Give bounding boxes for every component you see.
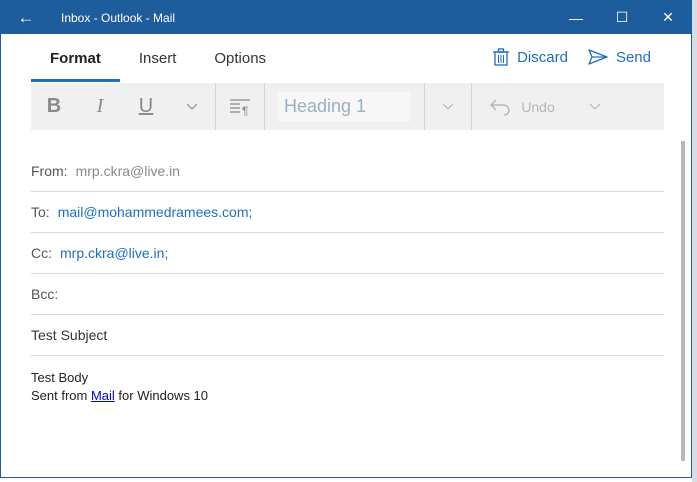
window-title: Inbox - Outlook - Mail: [61, 10, 176, 25]
style-dropdown-button[interactable]: [425, 83, 471, 130]
cc-row[interactable]: Cc: mrp.ckra@live.in;: [31, 233, 664, 274]
paragraph-icon: ¶: [230, 98, 250, 116]
cc-recipient[interactable]: mrp.ckra@live.in;: [60, 245, 168, 261]
signature-suffix: for Windows 10: [114, 388, 209, 403]
toolbar-divider: [264, 83, 265, 130]
bcc-label: Bcc:: [31, 286, 59, 302]
tab-insert[interactable]: Insert: [120, 34, 196, 82]
scrollbar[interactable]: [681, 141, 685, 461]
minimize-button[interactable]: —: [553, 1, 599, 34]
bcc-row[interactable]: Bcc:: [31, 274, 664, 315]
trash-icon: [493, 48, 510, 66]
discard-label: Discard: [517, 48, 568, 66]
undo-dropdown-button[interactable]: [572, 83, 618, 130]
ribbon-tabs: Format Insert Options Discard Send: [1, 34, 691, 82]
font-options-dropdown[interactable]: [169, 83, 215, 130]
bold-button[interactable]: B: [31, 83, 77, 130]
from-row[interactable]: From: mrp.ckra@live.in: [31, 151, 664, 192]
minimize-icon: —: [569, 9, 583, 26]
maximize-button[interactable]: ☐: [599, 1, 645, 34]
discard-button[interactable]: Discard: [493, 48, 568, 66]
from-value[interactable]: mrp.ckra@live.in: [76, 163, 180, 179]
underline-button[interactable]: U: [123, 83, 169, 130]
back-arrow-icon: ←: [17, 7, 35, 27]
send-icon: [588, 49, 608, 65]
italic-button[interactable]: I: [77, 83, 123, 130]
maximize-icon: ☐: [615, 9, 629, 25]
undo-button[interactable]: Undo: [472, 83, 572, 130]
chevron-down-icon: [186, 103, 198, 110]
mail-link[interactable]: Mail: [91, 388, 115, 403]
message-body[interactable]: Test Body Sent from Mail for Windows 10: [31, 369, 208, 405]
to-row[interactable]: To: mail@mohammedramees.com;: [31, 192, 664, 233]
tab-options[interactable]: Options: [195, 34, 285, 82]
subject-text[interactable]: Test Subject: [31, 327, 107, 343]
send-label: Send: [615, 48, 651, 66]
back-button[interactable]: ←: [1, 1, 51, 34]
svg-text:¶: ¶: [242, 104, 248, 116]
title-bar: ← Inbox - Outlook - Mail — ☐ ✕: [1, 1, 691, 34]
paragraph-button[interactable]: ¶: [216, 83, 264, 130]
undo-label: Undo: [521, 98, 555, 115]
from-label: From:: [31, 163, 68, 179]
to-label: To:: [31, 204, 50, 220]
signature-line: Sent from Mail for Windows 10: [31, 387, 208, 405]
body-line: Test Body: [31, 370, 89, 385]
signature-prefix: Sent from: [31, 388, 91, 403]
close-icon: ✕: [662, 9, 674, 25]
chevron-down-icon: [589, 103, 601, 110]
close-button[interactable]: ✕: [645, 1, 691, 34]
mail-compose-window: ← Inbox - Outlook - Mail — ☐ ✕ Format In…: [0, 0, 692, 478]
undo-icon: [490, 99, 510, 116]
to-recipient[interactable]: mail@mohammedramees.com;: [58, 204, 253, 220]
format-toolbar: B I U ¶ Heading 1 Undo: [31, 83, 664, 130]
send-button[interactable]: Send: [588, 49, 651, 66]
compose-actions: Discard Send: [493, 34, 651, 80]
desktop-background: [692, 0, 697, 482]
tab-format[interactable]: Format: [31, 34, 120, 82]
style-select[interactable]: Heading 1: [278, 91, 410, 122]
cc-label: Cc:: [31, 245, 52, 261]
chevron-down-icon: [442, 103, 454, 110]
window-controls: — ☐ ✕: [553, 1, 691, 34]
subject-field[interactable]: Test Subject: [31, 315, 664, 356]
